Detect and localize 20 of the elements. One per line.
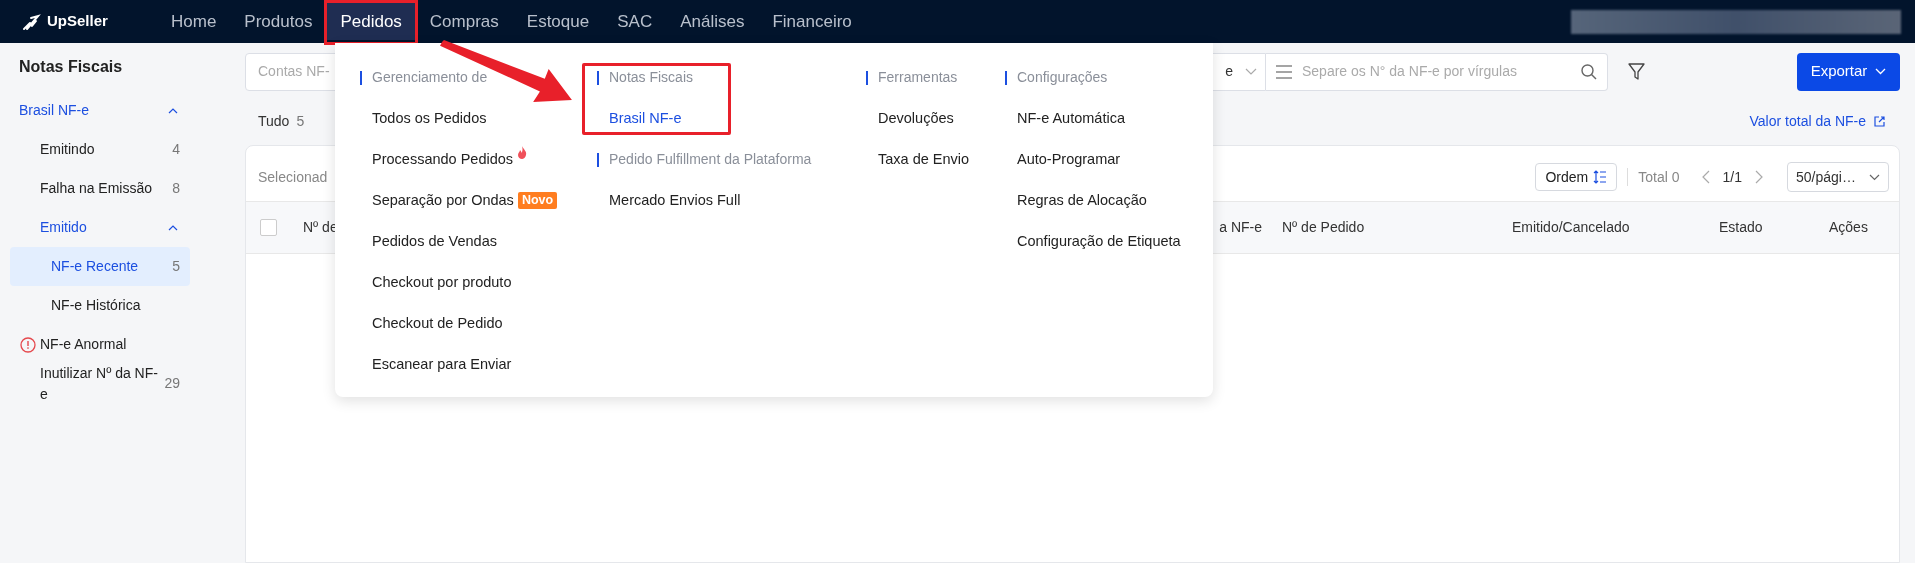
menu-group-header: Pedido Fulfillment da Plataforma: [609, 150, 812, 169]
column-header: Emitido/Cancelado: [1512, 218, 1631, 237]
item-count: 4: [172, 140, 180, 159]
page-indicator: 1/1: [1722, 167, 1742, 187]
item-count: 5: [172, 257, 180, 276]
column-header: Nº de Pedido: [1282, 218, 1366, 237]
column-header: a NF-e: [1218, 218, 1263, 237]
new-badge: Novo: [517, 192, 558, 209]
menu-group-header: Notas Fiscais: [609, 68, 694, 87]
menu-group-header: Ferramentas: [878, 68, 958, 87]
selection-label: Selecionad: [258, 167, 328, 187]
column-header: Ações: [1829, 218, 1869, 237]
item-count: 29: [164, 374, 180, 393]
total-count: Total 0: [1638, 167, 1680, 187]
menu-group-header: Gerenciamento de: [372, 68, 488, 87]
menu-group-header: Configurações: [1017, 68, 1108, 87]
sidebar-title: Notas Fiscais: [18, 57, 124, 77]
logo-text: UpSeller: [47, 11, 108, 32]
item-count: 8: [172, 179, 180, 198]
column-header: Estado: [1719, 218, 1764, 237]
